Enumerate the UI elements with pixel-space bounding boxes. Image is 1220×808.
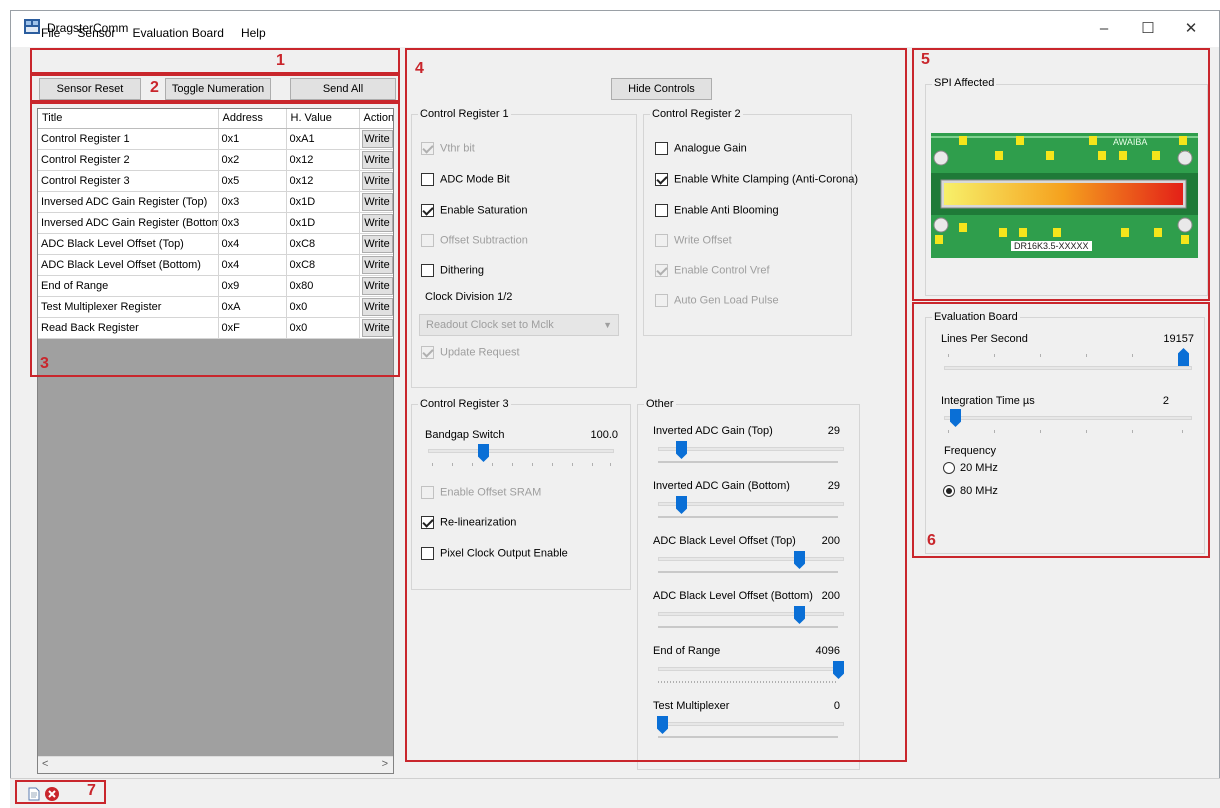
menu-bar: File Sensor Evaluation Board Help — [41, 26, 280, 44]
annotation-box-4 — [405, 48, 907, 762]
menu-help[interactable]: Help — [241, 26, 266, 40]
annotation-number: 6 — [927, 532, 936, 549]
annotation-number: 2 — [150, 79, 159, 96]
status-bar — [10, 778, 1220, 808]
minimize-button[interactable]: – — [1084, 17, 1124, 41]
scroll-left-icon[interactable]: < — [42, 758, 48, 770]
annotation-number: 3 — [40, 355, 49, 372]
annotation-box-1 — [30, 48, 400, 74]
annotation-box-3 — [30, 102, 400, 377]
app-icon — [24, 19, 40, 34]
annotation-number: 4 — [415, 60, 424, 77]
annotation-number: 7 — [87, 782, 96, 799]
menu-evaluation-board[interactable]: Evaluation Board — [133, 26, 224, 40]
horizontal-scrollbar[interactable]: < > — [38, 756, 393, 773]
scroll-right-icon[interactable]: > — [382, 758, 388, 770]
menu-sensor[interactable]: Sensor — [77, 26, 115, 40]
annotation-number: 1 — [276, 52, 285, 69]
annotation-box-2 — [30, 74, 400, 102]
close-button[interactable]: ✕ — [1171, 17, 1211, 41]
annotation-box-6 — [912, 302, 1210, 558]
annotation-box-5 — [912, 48, 1210, 301]
maximize-button[interactable]: ☐ — [1128, 17, 1168, 41]
annotation-number: 5 — [921, 51, 930, 68]
menu-file[interactable]: File — [41, 26, 60, 40]
